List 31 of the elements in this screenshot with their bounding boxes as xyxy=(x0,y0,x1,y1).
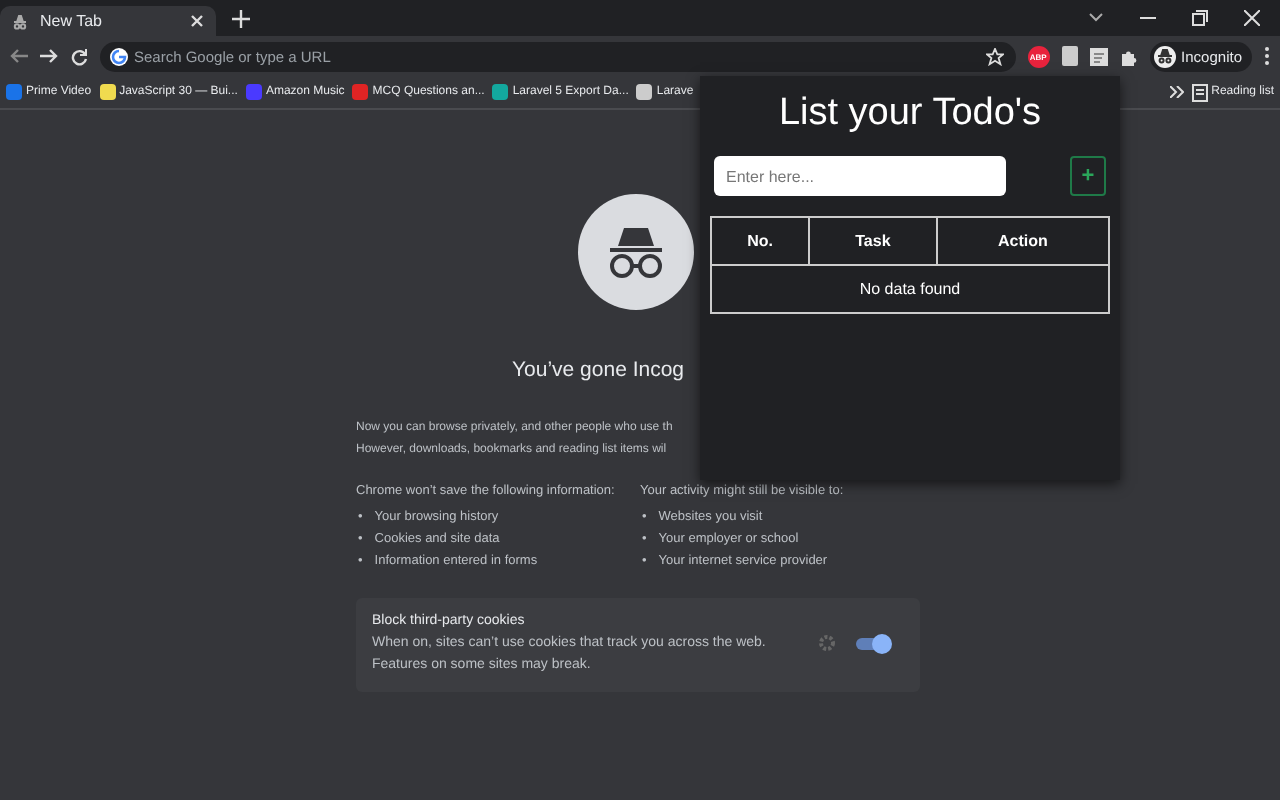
chevron-down-icon[interactable] xyxy=(1088,12,1104,24)
gear-icon xyxy=(818,634,836,652)
minimize-icon[interactable] xyxy=(1140,16,1156,20)
close-tab-icon[interactable] xyxy=(190,14,204,28)
incognito-icon xyxy=(12,13,28,29)
new-tab-icon[interactable] xyxy=(232,9,250,27)
more-bookmarks-icon[interactable] xyxy=(1169,86,1184,98)
incognito-icon xyxy=(1153,45,1176,67)
star-icon[interactable] xyxy=(985,47,1004,65)
restore-icon[interactable] xyxy=(1192,10,1208,26)
extension-icon[interactable] xyxy=(1061,46,1078,66)
column-header: No. xyxy=(711,217,810,265)
google-icon xyxy=(110,47,128,65)
popup-title: List your Todo's xyxy=(778,92,1042,136)
browser-tab[interactable]: New Tab xyxy=(0,6,216,36)
menu-icon[interactable] xyxy=(1264,46,1270,66)
reload-icon[interactable] xyxy=(70,47,88,65)
close-window-icon[interactable] xyxy=(1244,10,1260,26)
todo-input-field[interactable]: Enter here... xyxy=(714,156,1006,196)
empty-message: No data found xyxy=(711,265,1109,313)
toggle-switch[interactable] xyxy=(856,637,888,649)
reading-list-icon xyxy=(1191,83,1208,101)
column-header: Task xyxy=(809,217,937,265)
back-icon[interactable] xyxy=(10,48,28,64)
incognito-heading: You’ve gone Incog xyxy=(510,358,687,382)
notepad-icon[interactable] xyxy=(1089,47,1108,65)
incognito-logo-icon xyxy=(578,194,694,310)
puzzle-icon[interactable] xyxy=(1119,47,1138,65)
add-button[interactable]: + xyxy=(1070,156,1106,196)
column-header: Action xyxy=(936,217,1109,265)
forward-icon[interactable] xyxy=(40,48,58,64)
